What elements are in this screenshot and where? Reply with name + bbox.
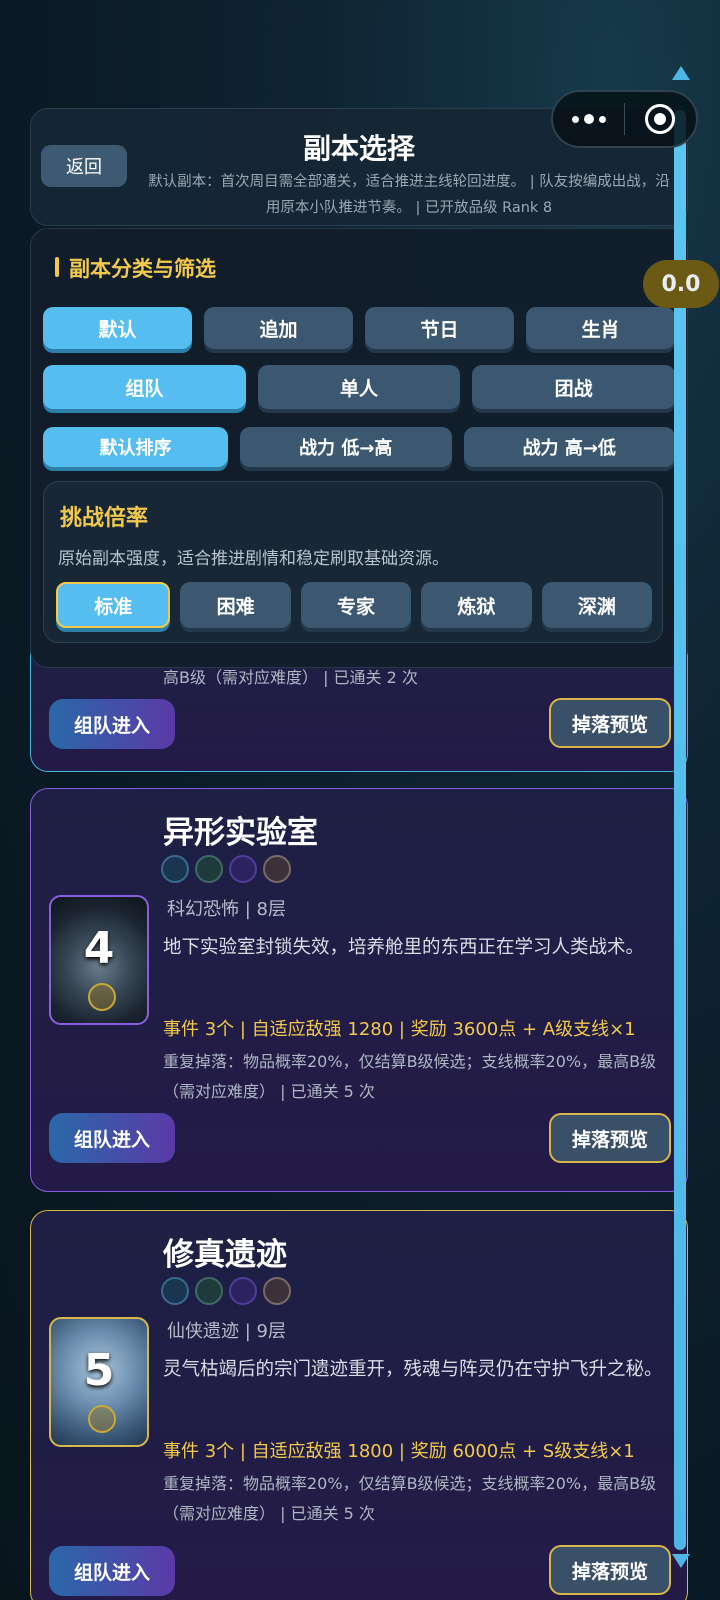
difficulty-options: 标准 困难 专家 炼狱 深渊: [56, 582, 653, 628]
team-enter-button[interactable]: 组队进入: [49, 1546, 175, 1596]
element-dot-icon: [195, 855, 223, 883]
element-dot-icon: [161, 1277, 189, 1305]
element-dot-icon: [263, 1277, 291, 1305]
tab-solo[interactable]: 单人: [257, 365, 461, 409]
element-dots: [161, 855, 291, 883]
dungeon-number: 4: [83, 923, 115, 974]
dungeon-thumbnail: 4: [49, 895, 149, 1025]
difficulty-purgatory[interactable]: 炼狱: [421, 582, 532, 628]
element-dot-icon: [161, 855, 189, 883]
sort-tabs: 默认排序 战力 低→高 战力 高→低: [43, 427, 675, 467]
dungeon-name: 异形实验室: [163, 815, 318, 851]
dungeon-card-5[interactable]: 5 修真遗迹 仙侠遗迹 | 9层 灵气枯竭后的宗门遗迹重开，残魂与阵灵仍在守护飞…: [30, 1210, 688, 1600]
tab-zodiac[interactable]: 生肖: [526, 307, 675, 349]
tab-team[interactable]: 组队: [43, 365, 246, 409]
dungeon-stats: 事件 3个 | 自适应敌强 1280 | 奖励 3600点 + A级支线×1: [163, 1019, 636, 1040]
filter-title: 副本分类与筛选: [55, 253, 216, 283]
element-dot-icon: [263, 855, 291, 883]
mode-tabs: 组队 单人 团战: [43, 365, 676, 409]
team-enter-button[interactable]: 组队进入: [49, 699, 175, 749]
sort-power-desc[interactable]: 战力 高→低: [463, 427, 675, 467]
medal-icon: [88, 1405, 116, 1433]
difficulty-hard[interactable]: 困难: [180, 582, 291, 628]
scroll-down-icon[interactable]: [672, 1554, 690, 1568]
tab-festival[interactable]: 节日: [365, 307, 514, 349]
element-dot-icon: [195, 1277, 223, 1305]
dungeon-select-page: 高B级（需对应难度） | 已通关 2 次 组队进入 掉落预览 4 异形实验室 科…: [0, 0, 720, 1600]
page-subtitle: 默认副本：首次周目需全部通关，适合推进主线轮回进度。 | 队友按编成出战，沿用原…: [148, 174, 670, 216]
dungeon-description: 地下实验室封锁失效，培养舱里的东西正在学习人类战术。: [163, 937, 645, 958]
difficulty-abyss[interactable]: 深渊: [541, 582, 653, 628]
tab-extra[interactable]: 追加: [204, 307, 353, 349]
element-dot-icon: [229, 855, 257, 883]
difficulty-description: 原始副本强度，适合推进剧情和稳定刷取基础资源。: [58, 549, 449, 569]
dungeon-description: 灵气枯竭后的宗门遗迹重开，残魂与阵灵仍在守护飞升之秘。: [163, 1359, 663, 1380]
category-tabs: 默认 追加 节日 生肖: [43, 307, 675, 349]
close-target-icon[interactable]: [625, 104, 696, 134]
dungeon-name: 修真遗迹: [163, 1237, 287, 1273]
dungeon-card-4[interactable]: 4 异形实验室 科幻恐怖 | 8层 地下实验室封锁失效，培养舱里的东西正在学习人…: [30, 788, 688, 1192]
filter-panel: 副本分类与筛选 默认 追加 节日 生肖 组队 单人 团战 默认排序 战力 低→高…: [30, 228, 688, 668]
sort-power-asc[interactable]: 战力 低→高: [240, 427, 452, 467]
medal-icon: [88, 983, 116, 1011]
repeat-drop-text: 重复掉落：物品概率20%，仅结算B级候选；支线概率20%，最高B级（需对应难度）…: [163, 1474, 657, 1523]
difficulty-expert[interactable]: 专家: [300, 582, 412, 628]
element-dots: [161, 1277, 291, 1305]
difficulty-standard[interactable]: 标准: [56, 582, 171, 628]
tab-raid[interactable]: 团战: [472, 365, 676, 409]
dungeon-meta: 仙侠遗迹 | 9层: [167, 1321, 286, 1342]
difficulty-title: 挑战倍率: [60, 506, 149, 531]
team-enter-button[interactable]: 组队进入: [49, 1113, 175, 1163]
scrollbar[interactable]: [674, 110, 686, 1550]
dungeon-stats: 事件 3个 | 自适应敌强 1800 | 奖励 6000点 + S级支线×1: [163, 1441, 635, 1462]
scroll-up-icon[interactable]: [672, 66, 690, 80]
more-icon[interactable]: [553, 114, 624, 124]
element-dot-icon: [229, 1277, 257, 1305]
drop-preview-button[interactable]: 掉落预览: [549, 1113, 671, 1163]
zoom-badge: 0.0: [643, 260, 719, 308]
dungeon-thumbnail: 5: [49, 1317, 149, 1447]
difficulty-panel: 挑战倍率 原始副本强度，适合推进剧情和稳定刷取基础资源。 标准 困难 专家 炼狱…: [43, 481, 663, 643]
dungeon-number: 5: [83, 1345, 115, 1396]
drop-preview-button[interactable]: 掉落预览: [549, 698, 671, 748]
dungeon-meta: 科幻恐怖 | 8层: [167, 899, 286, 920]
sort-default[interactable]: 默认排序: [43, 427, 228, 467]
drop-preview-button[interactable]: 掉落预览: [549, 1545, 671, 1595]
tab-default[interactable]: 默认: [43, 307, 192, 349]
miniprogram-capsule: [551, 90, 698, 148]
repeat-drop-text: 重复掉落：物品概率20%，仅结算B级候选；支线概率20%，最高B级（需对应难度）…: [163, 1052, 657, 1101]
